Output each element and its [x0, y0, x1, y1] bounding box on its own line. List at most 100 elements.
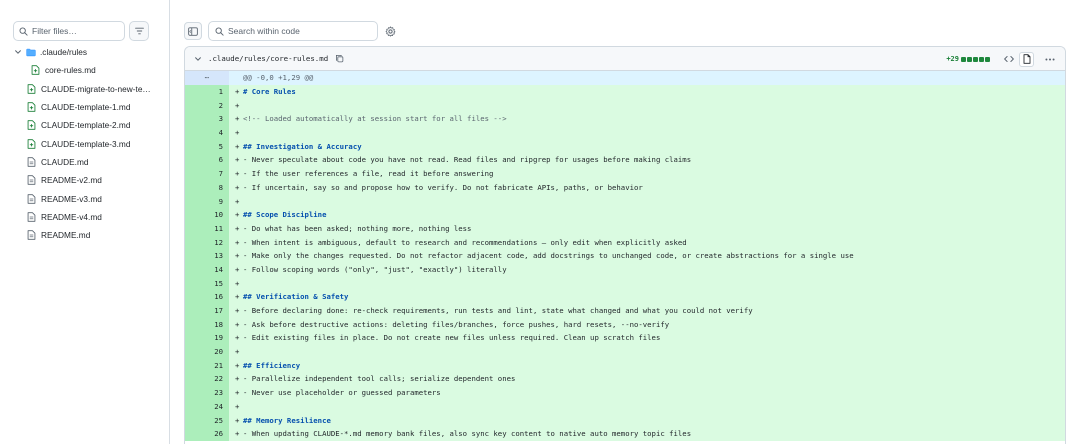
line-number[interactable]: 20: [185, 344, 229, 359]
diff-line: 16 + ## Verification & Safety: [185, 290, 1065, 304]
diffstat-box: [961, 56, 966, 62]
tree-file[interactable]: CLAUDE.md: [0, 153, 169, 171]
diff-line-code: + - Make only the changes requested. Do n…: [229, 248, 1065, 263]
more-options-button[interactable]: [1042, 52, 1057, 67]
line-number[interactable]: 17: [185, 303, 229, 318]
copy-icon[interactable]: [334, 54, 344, 64]
line-number[interactable]: 13: [185, 248, 229, 263]
line-number[interactable]: 25: [185, 413, 229, 427]
search-within-code-field[interactable]: [208, 21, 378, 41]
expand-hunk-button[interactable]: ⋯: [185, 71, 229, 85]
line-number[interactable]: 15: [185, 276, 229, 290]
kebab-icon: [1044, 58, 1055, 61]
line-number[interactable]: 18: [185, 317, 229, 332]
tree-file[interactable]: CLAUDE-template-2.md: [0, 116, 169, 134]
addition-marker: +: [235, 429, 240, 439]
addition-marker: +: [235, 264, 240, 274]
line-number[interactable]: 26: [185, 426, 229, 441]
line-number[interactable]: 24: [185, 399, 229, 414]
line-number[interactable]: 2: [185, 98, 229, 113]
line-number[interactable]: 7: [185, 166, 229, 181]
line-number[interactable]: 4: [185, 125, 229, 140]
tree-file[interactable]: CLAUDE-template-1.md: [0, 98, 169, 116]
diff-line-text: - When intent is ambiguous, default to r…: [243, 237, 687, 247]
diff-line: 25 + ## Memory Resilience: [185, 413, 1065, 427]
diff-line-code: + - Never use placeholder or guessed para…: [229, 385, 1065, 400]
addition-marker: +: [235, 196, 240, 206]
line-number[interactable]: 16: [185, 290, 229, 304]
line-number[interactable]: 8: [185, 180, 229, 195]
line-number[interactable]: 21: [185, 358, 229, 373]
diff-line: 3 + <!-- Loaded automatically at session s…: [185, 112, 1065, 126]
tree-item-label: CLAUDE-template-1.md: [41, 102, 131, 113]
tree-item-label: CLAUDE-template-2.md: [41, 120, 131, 131]
addition-marker: +: [235, 360, 240, 370]
diff-line-text: ## Investigation & Accuracy: [243, 141, 362, 151]
file-diff: .claude/rules/core-rules.md +2 9 ⋯ @@ -0,…: [184, 46, 1066, 444]
addition-marker: +: [235, 169, 240, 179]
diff-line-text: ## Verification & Safety: [243, 292, 349, 302]
tree-file[interactable]: CLAUDE-migrate-to-new-te…: [0, 80, 169, 98]
code-icon: [1003, 55, 1014, 63]
diff-line-code: +: [229, 399, 1065, 414]
diff-line-code: + - If the user references a file, read i…: [229, 166, 1065, 181]
line-number[interactable]: 10: [185, 207, 229, 222]
diff-line-text: - Follow scoping words ("only", "just", …: [243, 264, 507, 274]
line-number[interactable]: 1: [185, 84, 229, 99]
file-path[interactable]: .claude/rules/core-rules.md: [208, 54, 328, 63]
line-number[interactable]: 12: [185, 235, 229, 249]
filter-row: [13, 21, 149, 41]
diff-line-text: # Core Rules: [243, 87, 296, 97]
chevron-down-icon[interactable]: [14, 48, 22, 56]
diff-line-code: + - Edit existing files in place. Do not …: [229, 331, 1065, 345]
tree-file[interactable]: README-v3.md: [0, 189, 169, 207]
toggle-file-tree-button[interactable]: [184, 22, 202, 40]
diff-line-text: - Parallelize independent tool calls; se…: [243, 374, 516, 384]
view-file-button[interactable]: [1019, 51, 1034, 67]
line-number[interactable]: 6: [185, 153, 229, 167]
line-number[interactable]: 9: [185, 194, 229, 208]
tree-file[interactable]: README-v4.md: [0, 208, 169, 226]
chevron-down-icon[interactable]: [193, 54, 202, 63]
line-number[interactable]: 22: [185, 372, 229, 386]
tree-file[interactable]: core-rules.md: [0, 61, 169, 79]
file-icon: [1023, 54, 1031, 64]
tree-folder[interactable]: .claude/rules: [0, 43, 169, 61]
diff-line-text: ## Memory Resilience: [243, 415, 331, 425]
tree-file[interactable]: CLAUDE-template-3.md: [0, 134, 169, 152]
diff-line-code: +: [229, 98, 1065, 113]
search-within-code-input[interactable]: [228, 26, 368, 36]
diff-line: 4 +: [185, 125, 1065, 140]
filter-files-input[interactable]: [32, 26, 118, 36]
addition-marker: +: [235, 388, 240, 398]
line-number[interactable]: 11: [185, 221, 229, 236]
addition-marker: +: [235, 128, 240, 138]
diff-line: 13 + - Make only the changes requested. Do…: [185, 248, 1065, 263]
addition-marker: +: [235, 278, 240, 288]
diff-line: 23 + - Never use placeholder or guessed pa…: [185, 385, 1065, 400]
diff-line-code: + <!-- Loaded automatically at session st…: [229, 112, 1065, 126]
diff-line-code: +: [229, 344, 1065, 359]
line-number[interactable]: 19: [185, 331, 229, 345]
addition-marker: +: [235, 210, 240, 220]
view-code-button[interactable]: [1001, 52, 1016, 67]
filter-files-field[interactable]: [13, 21, 125, 41]
diff-line-text: - If uncertain, say so and propose how t…: [243, 182, 643, 192]
diff-line-text: - Do what has been asked; nothing more, …: [243, 223, 472, 233]
diffstat-bar: [961, 56, 991, 62]
diff-line-text: - Make only the changes requested. Do no…: [243, 251, 854, 261]
gear-icon[interactable]: [384, 25, 396, 37]
line-number[interactable]: 14: [185, 262, 229, 277]
line-number[interactable]: 23: [185, 385, 229, 400]
addition-marker: +: [235, 401, 240, 411]
tree-file[interactable]: README.md: [0, 226, 169, 244]
diff-line-code: + - Before declaring done: re-check requi…: [229, 303, 1065, 318]
line-number[interactable]: 5: [185, 139, 229, 154]
tree-item-label: CLAUDE.md: [41, 156, 89, 167]
addition-marker: +: [235, 100, 240, 110]
diff-line: 5 + ## Investigation & Accuracy: [185, 139, 1065, 154]
tree-file[interactable]: README-v2.md: [0, 171, 169, 189]
line-number[interactable]: 3: [185, 112, 229, 126]
filter-options-button[interactable]: [129, 21, 149, 41]
diff-line: 22 + - Parallelize independent tool calls;…: [185, 372, 1065, 386]
